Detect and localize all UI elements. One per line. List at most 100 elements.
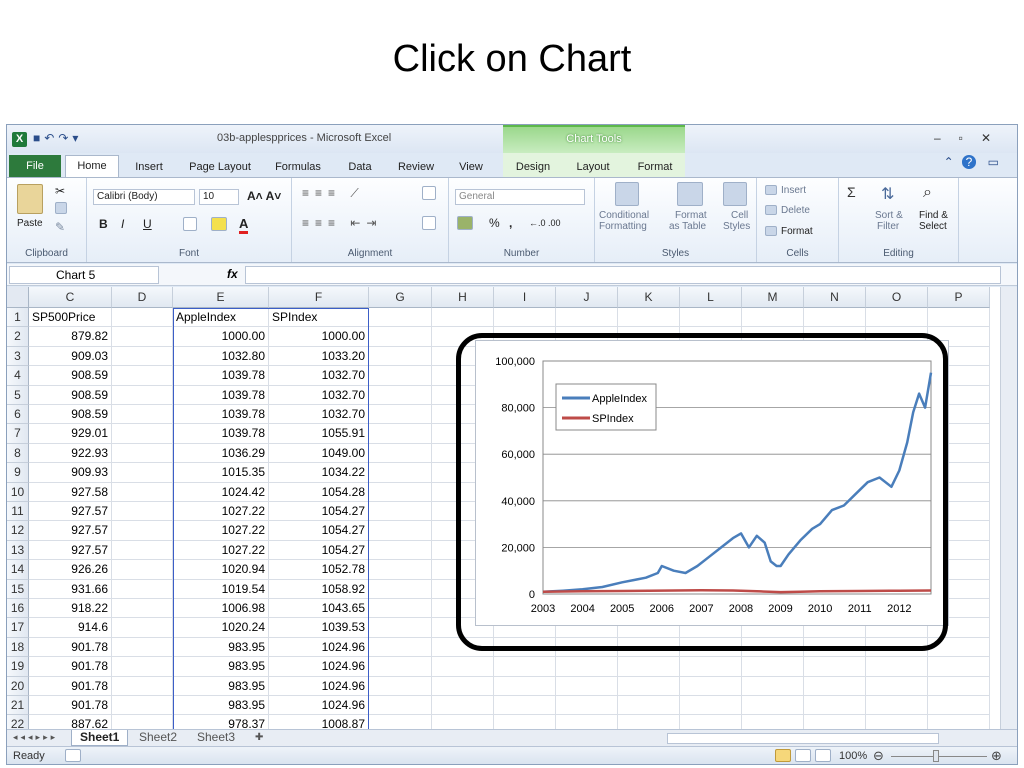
cell-empty[interactable]: [618, 676, 680, 696]
cell-empty[interactable]: [494, 308, 556, 328]
cell-f[interactable]: 1032.70: [269, 405, 369, 425]
cell-empty[interactable]: [432, 696, 494, 716]
horizontal-scrollbar[interactable]: [667, 733, 939, 744]
cell-empty[interactable]: [866, 308, 928, 328]
conditional-formatting-button-line2[interactable]: Formatting: [599, 221, 647, 232]
conditional-formatting-icon[interactable]: [615, 182, 639, 206]
cell-empty[interactable]: [618, 637, 680, 658]
column-header-l[interactable]: L: [680, 287, 742, 308]
tab-home[interactable]: Home: [65, 155, 119, 178]
cell-empty[interactable]: [556, 676, 618, 696]
cell-empty[interactable]: [804, 696, 866, 716]
cell-empty[interactable]: [680, 696, 742, 716]
cell-f[interactable]: 1058.92: [269, 579, 369, 599]
row-header[interactable]: 16: [7, 599, 29, 619]
row-header[interactable]: 7: [7, 424, 29, 444]
cell-d[interactable]: [112, 366, 173, 386]
cell-empty[interactable]: [369, 308, 432, 328]
cell-e[interactable]: 1019.54: [173, 579, 269, 599]
column-header-m[interactable]: M: [742, 287, 804, 308]
comma-button[interactable]: ,: [509, 216, 512, 230]
column-header-k[interactable]: K: [618, 287, 680, 308]
cell-d[interactable]: [112, 463, 173, 483]
name-box[interactable]: Chart 5: [9, 266, 159, 284]
excel-app-icon[interactable]: X: [12, 132, 27, 147]
cell-f[interactable]: 1024.96: [269, 637, 369, 658]
cell-empty[interactable]: [866, 676, 928, 696]
cell-d[interactable]: [112, 482, 173, 502]
cell-c[interactable]: 929.01: [29, 424, 112, 444]
cell-styles-icon[interactable]: [723, 182, 747, 206]
select-all-corner[interactable]: [7, 287, 29, 308]
cell-empty[interactable]: [369, 521, 432, 541]
row-header[interactable]: 18: [7, 637, 29, 658]
cell-empty[interactable]: [369, 385, 432, 405]
cell-d[interactable]: [112, 424, 173, 444]
column-header-i[interactable]: I: [494, 287, 556, 308]
insert-cells-button[interactable]: Insert: [781, 185, 806, 196]
cell-empty[interactable]: [618, 696, 680, 716]
sort-filter-button-line2[interactable]: Filter: [877, 221, 899, 232]
cell-e[interactable]: 983.95: [173, 657, 269, 677]
cell-empty[interactable]: [369, 366, 432, 386]
zoom-out-icon[interactable]: ⊖: [873, 748, 884, 764]
row-header[interactable]: 5: [7, 385, 29, 405]
cell-f[interactable]: 1054.27: [269, 502, 369, 522]
cell-c[interactable]: 909.03: [29, 346, 112, 367]
cell-d[interactable]: [112, 346, 173, 367]
cell-empty[interactable]: [618, 657, 680, 677]
cell-empty[interactable]: [432, 308, 494, 328]
row-header[interactable]: 15: [7, 579, 29, 599]
paste-icon[interactable]: [17, 184, 43, 214]
cell-f[interactable]: 1024.96: [269, 696, 369, 716]
conditional-formatting-button[interactable]: Conditional: [599, 210, 649, 221]
chart-svg[interactable]: 0 20,000 40,000 60,000 80,000 100,000 2003 2004…: [476, 341, 950, 627]
cell-f[interactable]: 1000.00: [269, 327, 369, 347]
cell-c[interactable]: 909.93: [29, 463, 112, 483]
cell-f[interactable]: 1034.22: [269, 463, 369, 483]
cell-empty[interactable]: [369, 540, 432, 561]
redo-icon[interactable]: ↷: [58, 131, 72, 145]
normal-view-icon[interactable]: [775, 749, 791, 762]
ribbon-right-controls[interactable]: ⌃? ▭: [944, 155, 1007, 169]
close-icon[interactable]: ✕: [981, 131, 1009, 145]
cell-c[interactable]: 922.93: [29, 443, 112, 464]
font-family-select[interactable]: Calibri (Body): [93, 189, 195, 205]
cell-empty[interactable]: [680, 657, 742, 677]
cell-f[interactable]: 1052.78: [269, 560, 369, 580]
cell-e[interactable]: 1027.22: [173, 502, 269, 522]
cell-c[interactable]: 914.6: [29, 618, 112, 638]
cell-c[interactable]: 901.78: [29, 657, 112, 677]
cell-empty[interactable]: [928, 308, 990, 328]
font-size-select[interactable]: 10: [199, 189, 239, 205]
percent-button[interactable]: %: [489, 216, 500, 230]
cell-d[interactable]: [112, 502, 173, 522]
column-header-j[interactable]: J: [556, 287, 618, 308]
cell-empty[interactable]: [369, 696, 432, 716]
cell-c[interactable]: SP500Price: [29, 308, 112, 328]
insert-icon[interactable]: [765, 185, 777, 195]
column-header-f[interactable]: F: [269, 287, 369, 308]
cell-empty[interactable]: [680, 637, 742, 658]
find-select-button[interactable]: Find &: [919, 210, 948, 221]
cell-empty[interactable]: [494, 696, 556, 716]
row-header[interactable]: 17: [7, 618, 29, 638]
customize-icon[interactable]: ▾: [72, 131, 82, 145]
window-controls[interactable]: –▫✕: [934, 131, 1009, 145]
sheet-tab-2[interactable]: Sheet2: [131, 730, 185, 746]
formula-input[interactable]: [245, 266, 1001, 284]
column-header-d[interactable]: D: [112, 287, 173, 308]
cell-empty[interactable]: [369, 502, 432, 522]
cell-f[interactable]: 1043.65: [269, 599, 369, 619]
wrap-text-icon[interactable]: [422, 186, 436, 200]
cell-d[interactable]: [112, 599, 173, 619]
collapse-ribbon-icon[interactable]: ⌃: [944, 155, 962, 169]
row-header[interactable]: 6: [7, 405, 29, 425]
cell-d[interactable]: [112, 443, 173, 464]
maximize-icon[interactable]: ▫: [959, 131, 981, 145]
cell-empty[interactable]: [804, 308, 866, 328]
cell-e[interactable]: 1039.78: [173, 405, 269, 425]
cell-empty[interactable]: [369, 463, 432, 483]
cell-e[interactable]: 983.95: [173, 637, 269, 658]
cell-empty[interactable]: [369, 657, 432, 677]
